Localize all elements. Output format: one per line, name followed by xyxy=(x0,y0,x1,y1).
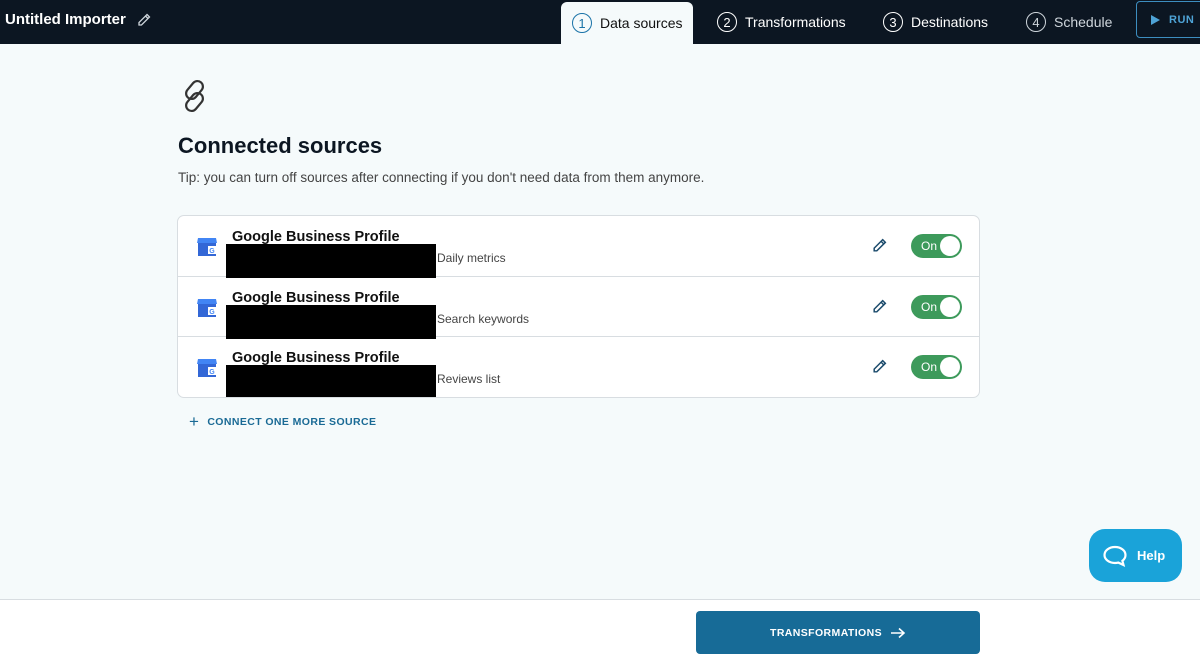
tab-destinations[interactable]: 3 Destinations xyxy=(883,0,988,44)
redacted-account xyxy=(226,244,436,278)
connect-more-source-button[interactable]: + CONNECT ONE MORE SOURCE xyxy=(189,412,377,431)
redacted-account xyxy=(226,304,436,339)
plus-icon: + xyxy=(189,412,200,431)
connect-more-label: CONNECT ONE MORE SOURCE xyxy=(207,416,377,428)
play-icon xyxy=(1151,14,1160,25)
source-name: Google Business Profile xyxy=(232,350,400,366)
tab-data-sources[interactable]: 1 Data sources xyxy=(561,2,694,44)
source-name: Google Business Profile xyxy=(232,289,400,306)
run-button[interactable]: RUN xyxy=(1136,1,1200,38)
toggle-knob xyxy=(940,296,960,317)
source-type: Reviews list xyxy=(437,372,501,386)
top-bar: Untitled Importer 1 Data sources 2 Trans… xyxy=(0,0,1200,44)
edit-source-pencil-icon[interactable] xyxy=(871,237,888,254)
next-label: TRANSFORMATIONS xyxy=(770,626,882,639)
tab-label: Data sources xyxy=(600,15,683,31)
pencil-icon[interactable] xyxy=(136,12,152,28)
tip-text: Tip: you can turn off sources after conn… xyxy=(178,170,705,185)
chain-link-icon xyxy=(185,79,204,113)
page-title: Connected sources xyxy=(178,133,383,158)
source-row: G Google Business Profile Reviews list O… xyxy=(178,337,979,397)
chat-bubble-icon xyxy=(1103,545,1127,567)
source-name: Google Business Profile xyxy=(232,229,400,245)
redacted-account xyxy=(226,365,436,397)
source-toggle[interactable]: On xyxy=(911,355,962,379)
edit-source-pencil-icon[interactable] xyxy=(871,358,888,375)
tab-schedule[interactable]: 4 Schedule xyxy=(1026,0,1112,44)
importer-title-text: Untitled Importer xyxy=(5,11,126,28)
edit-source-pencil-icon[interactable] xyxy=(871,298,888,315)
source-toggle[interactable]: On xyxy=(911,234,962,258)
tab-label: Transformations xyxy=(745,14,846,30)
tab-label: Destinations xyxy=(911,14,989,30)
tab-label: Schedule xyxy=(1054,14,1113,30)
google-business-profile-icon: G xyxy=(197,238,217,256)
google-business-profile-icon: G xyxy=(197,359,217,377)
tab-transformations[interactable]: 2 Transformations xyxy=(717,0,846,44)
svg-text:G: G xyxy=(209,248,215,255)
help-button[interactable]: Help xyxy=(1089,529,1182,582)
toggle-label: On xyxy=(921,360,938,374)
toggle-knob xyxy=(940,236,960,256)
tab-number: 3 xyxy=(883,12,903,32)
arrow-right-icon xyxy=(890,627,906,638)
run-label: RUN xyxy=(1169,13,1195,26)
toggle-knob xyxy=(940,357,960,377)
svg-text:G: G xyxy=(209,369,215,376)
source-type: Daily metrics xyxy=(437,251,506,265)
help-label: Help xyxy=(1137,548,1166,563)
toggle-label: On xyxy=(921,239,938,253)
connected-sources-list: G Google Business Profile Daily metrics … xyxy=(177,215,980,398)
svg-text:G: G xyxy=(209,309,215,316)
source-row: G Google Business Profile Daily metrics … xyxy=(178,216,979,278)
importer-title[interactable]: Untitled Importer xyxy=(5,11,152,28)
next-transformations-button[interactable]: TRANSFORMATIONS xyxy=(696,611,980,654)
source-row: G Google Business Profile Search keyword… xyxy=(178,277,979,339)
source-toggle[interactable]: On xyxy=(911,294,962,319)
tab-number: 4 xyxy=(1026,12,1046,32)
toggle-label: On xyxy=(921,299,938,314)
google-business-profile-icon: G xyxy=(197,298,217,317)
source-type: Search keywords xyxy=(437,311,530,326)
footer-bar: TRANSFORMATIONS xyxy=(0,599,1200,657)
tab-number: 2 xyxy=(717,12,737,32)
tab-number: 1 xyxy=(572,13,592,33)
